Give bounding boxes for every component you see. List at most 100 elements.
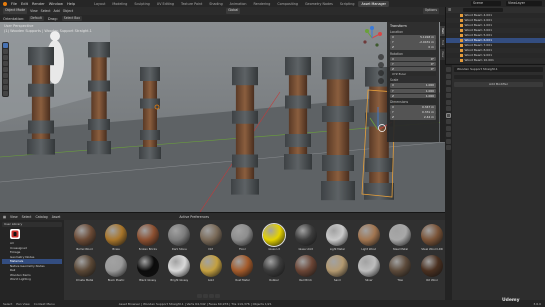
tab-scripting[interactable]: Scripting [337,1,358,7]
annotate-tool-icon[interactable] [3,79,8,84]
menu-render[interactable]: Render [32,2,45,6]
scale-y-field[interactable]: Y 1.000 [390,88,436,94]
tab-texture-paint[interactable]: Texture Paint [178,1,205,7]
tab-geometry-nodes[interactable]: Geometry Nodes [302,1,336,7]
transform-tool-icon[interactable] [3,73,8,78]
physics-tab-icon[interactable] [446,125,451,131]
catalog-item[interactable]: World Lighting [2,277,62,282]
menu-object[interactable]: Object [63,9,73,13]
pan-hand-icon[interactable] [378,62,384,68]
asset-tile[interactable]: Light Wood [354,224,383,255]
add-modifier-button[interactable]: Add Modifier [454,82,543,87]
grid-icon[interactable] [378,78,384,84]
blender-logo-icon[interactable] [3,1,7,6]
rotation-mode-dropdown[interactable]: XYZ Euler [390,71,436,77]
tool-tab-icon[interactable] [446,67,451,72]
rotation-y-field[interactable]: Y 0° [390,61,436,67]
transform-orientation-dropdown[interactable]: Global [226,8,241,14]
jump-end-icon[interactable] [215,294,220,298]
tab-rendering[interactable]: Rendering [250,1,273,7]
ab-menu-select[interactable]: Select [22,215,32,219]
dimension-y-field[interactable]: Y 0.331 m [390,110,436,115]
object-tab-icon[interactable] [446,106,451,111]
asset-tile[interactable]: Rubber [260,255,289,286]
asset-tile[interactable]: Glass Unlit [291,224,320,255]
asset-tile[interactable]: Old Wood [418,255,447,286]
tab-animation[interactable]: Animation [227,1,250,7]
tab-sculpting[interactable]: Sculpting [131,1,152,7]
material-tab-icon[interactable] [446,145,451,150]
tab-modeling[interactable]: Modeling [109,1,130,7]
asset-tile[interactable]: Red Brick [291,255,320,286]
asset-tile[interactable]: Silver [354,255,383,286]
asset-tile[interactable]: Ornate Metal [70,255,99,286]
add-cube-tool-icon[interactable] [3,91,8,96]
scale-z-field[interactable]: Z 1.000 [390,93,436,99]
asset-tile[interactable]: Glass Lit [260,222,289,255]
dimension-z-field[interactable]: Z 2.44 m [390,115,436,120]
ab-menu-view[interactable]: View [10,215,18,219]
menu-add[interactable]: Add [54,9,60,13]
asset-tile[interactable]: Black Plastic [102,255,131,286]
menu-edit[interactable]: Edit [21,2,28,6]
cursor-tool-icon[interactable] [3,49,8,54]
view-layer-tab-icon[interactable] [446,86,451,92]
scale-x-field[interactable]: X 1.000 [390,83,436,88]
mode-dropdown[interactable]: Object Mode [3,8,28,14]
move-tool-icon[interactable] [3,55,8,60]
asset-tile[interactable]: Dirt [196,224,225,255]
drag-dropdown[interactable]: Select Box [61,16,83,21]
asset-tile[interactable]: Broken Bricks [133,224,162,255]
asset-tile[interactable]: Rust Metal [228,255,257,286]
scene-selector[interactable]: Scene [471,1,501,6]
tab-compositing[interactable]: Compositing [274,1,301,7]
asset-tile[interactable]: Black Glossy [133,255,162,286]
menu-select[interactable]: Select [41,9,51,13]
tab-uv-editing[interactable]: UV Editing [154,1,177,7]
options-dropdown[interactable]: Options [422,8,439,14]
outliner-filter-icon[interactable]: ☰ [448,8,451,12]
location-x-field[interactable]: X 5.1918 m [390,35,436,40]
asset-tile[interactable]: Tiles [386,255,415,286]
tab-asset-manager[interactable]: Asset Manager [358,0,389,7]
outliner-row[interactable]: Wood Beam 10.001 [446,58,545,63]
tab-shading[interactable]: Shading [206,1,225,7]
rotation-x-field[interactable]: X 0° [390,56,436,62]
data-tab-icon[interactable] [446,138,451,144]
rotation-z-field[interactable]: Z 0° [390,66,436,72]
asset-tile[interactable]: Brass [102,224,131,255]
ab-menu-asset[interactable]: Asset [52,215,61,219]
ab-menu-catalog[interactable]: Catalog [35,215,47,219]
menu-view[interactable]: View [30,9,38,13]
asset-tile[interactable]: Sand [323,255,352,286]
menu-help[interactable]: Help [67,2,75,6]
render-tab-icon[interactable] [446,73,451,79]
tab-layout[interactable]: Layout [91,1,108,7]
location-y-field[interactable]: Y -2.0431 m [390,40,436,45]
world-tab-icon[interactable] [446,99,451,105]
modifier-tab-icon[interactable] [446,112,451,118]
measure-tool-icon[interactable] [3,85,8,90]
dimension-x-field[interactable]: X 0.347 m [390,105,436,110]
library-dropdown[interactable]: User Library [2,222,62,227]
play-icon[interactable] [209,294,214,298]
asset-tile[interactable]: Steel Wood LDR [418,224,447,255]
3d-viewport[interactable] [0,22,445,212]
view-layer-selector[interactable]: ViewLayer [506,1,542,6]
scene-tab-icon[interactable] [446,93,451,98]
object-name-field[interactable]: Wooden Support Straight.1 [454,67,543,72]
navigation-gizmo[interactable] [360,26,384,50]
asset-tile[interactable]: Bright Glossy [165,255,194,286]
particles-tab-icon[interactable] [446,119,451,124]
scale-tool-icon[interactable] [3,67,8,72]
menu-file[interactable]: File [11,2,17,6]
output-tab-icon[interactable] [446,80,451,85]
play-reverse-icon[interactable] [203,294,208,298]
orientation-dropdown[interactable]: Default [28,16,44,21]
asset-tile[interactable]: Barrel Wood [70,224,99,255]
asset-tile[interactable]: Dark Stone [165,224,194,255]
asset-tile[interactable]: Steel Metal [386,224,415,255]
asset-tile[interactable]: Gold [196,255,225,286]
rotate-tool-icon[interactable] [3,61,8,66]
jump-start-icon[interactable] [197,294,202,298]
